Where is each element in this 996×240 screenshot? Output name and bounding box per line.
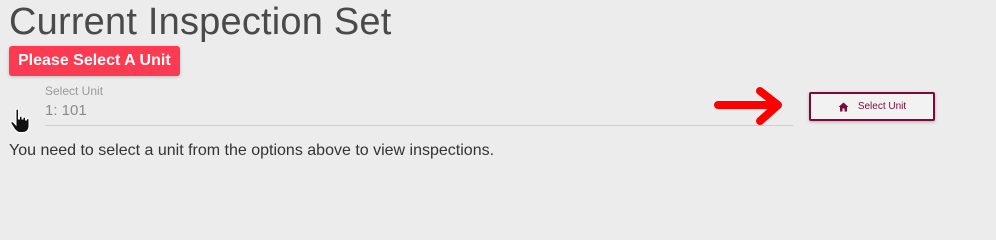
select-unit-button[interactable]: Select Unit bbox=[809, 92, 935, 121]
please-select-unit-alert: Please Select A Unit bbox=[9, 46, 180, 76]
select-unit-label: Select Unit bbox=[45, 84, 104, 98]
home-icon bbox=[838, 102, 849, 111]
hand-pointer-icon bbox=[10, 108, 30, 133]
unit-select[interactable]: 1: 101 bbox=[45, 100, 793, 126]
instruction-text: You need to select a unit from the optio… bbox=[9, 142, 495, 159]
right-arrow-icon bbox=[714, 87, 782, 125]
select-unit-button-label: Select Unit bbox=[857, 101, 907, 112]
page-title: Current Inspection Set bbox=[9, 1, 392, 43]
